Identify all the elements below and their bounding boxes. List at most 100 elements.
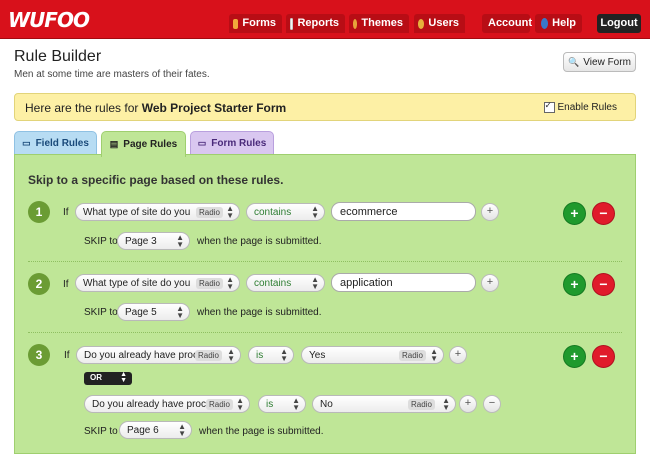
view-form-button[interactable]: 🔍 View Form xyxy=(563,52,636,72)
add-condition-button[interactable]: + xyxy=(449,346,467,364)
select-arrows-icon: ▲ ▼ xyxy=(236,396,244,412)
select-arrows-icon: ▲ ▼ xyxy=(120,371,127,384)
page-subtitle: Men at some time are masters of their fa… xyxy=(14,69,210,80)
rule-value-option: Yes xyxy=(309,350,326,361)
account-label: Account xyxy=(488,17,532,29)
skip-page-value: Page 6 xyxy=(127,425,159,436)
page-rules-icon: ▤ xyxy=(109,139,119,149)
add-rule-button[interactable]: + xyxy=(563,345,586,368)
help-button[interactable]: Help xyxy=(535,14,582,33)
select-arrows-icon: ▲ ▼ xyxy=(176,304,184,320)
select-arrows-icon: ▲ ▼ xyxy=(227,347,235,363)
rule-operator-select[interactable]: is ▲ ▼ xyxy=(248,346,294,364)
skip-page-select[interactable]: Page 3 ▲ ▼ xyxy=(117,232,190,250)
add-rule-button[interactable]: + xyxy=(563,202,586,225)
rule-number: 1 xyxy=(28,201,50,223)
radio-badge: Radio xyxy=(196,207,223,218)
select-arrows-icon: ▲ ▼ xyxy=(178,422,186,438)
rule-field-select[interactable]: What type of site do you Radio ▲ ▼ xyxy=(75,274,240,292)
tab-page-rules[interactable]: ▤ Page Rules xyxy=(101,131,186,157)
rule-value-text: ecommerce xyxy=(340,206,398,218)
delete-rule-button[interactable]: − xyxy=(592,345,615,368)
radio-badge: Radio xyxy=(206,399,233,410)
select-arrows-icon: ▲ ▼ xyxy=(226,204,234,220)
skip-page-value: Page 5 xyxy=(125,307,157,318)
banner-form-name: Web Project Starter Form xyxy=(141,101,287,115)
help-label: Help xyxy=(552,17,576,29)
rule-operator-value: is xyxy=(256,350,264,361)
add-rule-button[interactable]: + xyxy=(563,273,586,296)
rule-value-select[interactable]: Yes Radio ▲ ▼ xyxy=(301,346,444,364)
radio-badge: Radio xyxy=(196,278,223,289)
banner-prefix: Here are the rules for xyxy=(25,101,142,115)
rule-or-field-select[interactable]: Do you already have proc Radio ▲ ▼ xyxy=(84,395,250,413)
skip-page-select[interactable]: Page 6 ▲ ▼ xyxy=(119,421,192,439)
nav-themes-label: Themes xyxy=(361,17,403,29)
rule-value-input[interactable]: application xyxy=(331,273,476,292)
top-nav-bar: WUFOO Forms Reports Themes Users Account… xyxy=(0,0,650,39)
delete-rule-button[interactable]: − xyxy=(592,202,615,225)
or-operator-select[interactable]: OR ▲ ▼ xyxy=(84,371,132,385)
rule-or-operator-select[interactable]: is ▲ ▼ xyxy=(258,395,306,413)
wufoo-logo[interactable]: WUFOO xyxy=(8,8,90,32)
enable-rules-toggle[interactable]: Enable Rules xyxy=(543,100,617,113)
add-condition-button[interactable]: + xyxy=(481,203,499,221)
skip-to-label: SKIP to xyxy=(84,307,118,318)
add-condition-button[interactable]: + xyxy=(459,395,477,413)
rule-operator-value: contains xyxy=(254,278,292,289)
remove-condition-button[interactable]: − xyxy=(483,395,501,413)
rule-divider xyxy=(28,332,622,333)
tab-form-rules[interactable]: ▭ Form Rules xyxy=(190,131,274,156)
tab-form-rules-label: Form Rules xyxy=(211,138,267,149)
page-title: Rule Builder xyxy=(14,48,102,65)
skip-page-select[interactable]: Page 5 ▲ ▼ xyxy=(117,303,190,321)
view-form-label: View Form xyxy=(583,56,631,68)
select-arrows-icon: ▲ ▼ xyxy=(280,347,288,363)
nav-reports-button[interactable]: Reports xyxy=(286,14,345,33)
magnifier-icon: 🔍 xyxy=(568,56,580,67)
delete-rule-button[interactable]: − xyxy=(592,273,615,296)
select-arrows-icon: ▲ ▼ xyxy=(442,396,450,412)
nav-themes-button[interactable]: Themes xyxy=(349,14,409,33)
rule-operator-value: contains xyxy=(254,207,292,218)
if-label: If xyxy=(63,207,69,218)
skip-to-label: SKIP to xyxy=(84,426,118,437)
select-arrows-icon: ▲ ▼ xyxy=(292,396,300,412)
rule-or-value-select[interactable]: No Radio ▲ ▼ xyxy=(312,395,456,413)
rules-banner: Here are the rules for Web Project Start… xyxy=(14,93,636,121)
rule-operator-select[interactable]: contains ▲ ▼ xyxy=(246,203,325,221)
rule-divider xyxy=(28,261,622,262)
skip-to-label: SKIP to xyxy=(84,236,118,247)
skip-page-value: Page 3 xyxy=(125,236,157,247)
rule-field-value: Do you already have proc xyxy=(84,350,198,361)
radio-badge: Radio xyxy=(399,350,426,361)
submitted-text: when the page is submitted. xyxy=(197,307,322,318)
account-button[interactable]: Account xyxy=(482,14,532,33)
form-rules-icon: ▭ xyxy=(197,138,207,148)
help-icon xyxy=(541,18,549,29)
nav-forms-button[interactable]: Forms xyxy=(229,14,282,33)
rule-field-select[interactable]: Do you already have proc Radio ▲ ▼ xyxy=(76,346,241,364)
select-arrows-icon: ▲ ▼ xyxy=(226,275,234,291)
rule-value-input[interactable]: ecommerce xyxy=(331,202,476,221)
rule-operator-select[interactable]: contains ▲ ▼ xyxy=(246,274,325,292)
add-condition-button[interactable]: + xyxy=(481,274,499,292)
tab-field-rules[interactable]: ▭ Field Rules xyxy=(14,131,97,156)
nav-forms-label: Forms xyxy=(242,17,276,29)
rule-or-operator-value: is xyxy=(266,399,274,410)
rule-field-value: What type of site do you xyxy=(83,278,191,289)
rule-field-select[interactable]: What type of site do you Radio ▲ ▼ xyxy=(75,203,240,221)
rule-value-text: application xyxy=(340,277,393,289)
radio-badge: Radio xyxy=(408,399,435,410)
themes-icon xyxy=(353,18,358,29)
radio-badge: Radio xyxy=(195,350,222,361)
or-label: OR xyxy=(90,373,102,382)
logout-button[interactable]: Logout xyxy=(597,14,641,33)
reports-icon xyxy=(290,17,294,30)
nav-users-button[interactable]: Users xyxy=(414,14,465,33)
enable-rules-checkbox[interactable] xyxy=(543,100,555,113)
select-arrows-icon: ▲ ▼ xyxy=(311,275,319,291)
banner-text: Here are the rules for Web Project Start… xyxy=(25,101,286,115)
panel-heading: Skip to a specific page based on these r… xyxy=(28,173,284,187)
tab-field-rules-label: Field Rules xyxy=(35,138,89,149)
